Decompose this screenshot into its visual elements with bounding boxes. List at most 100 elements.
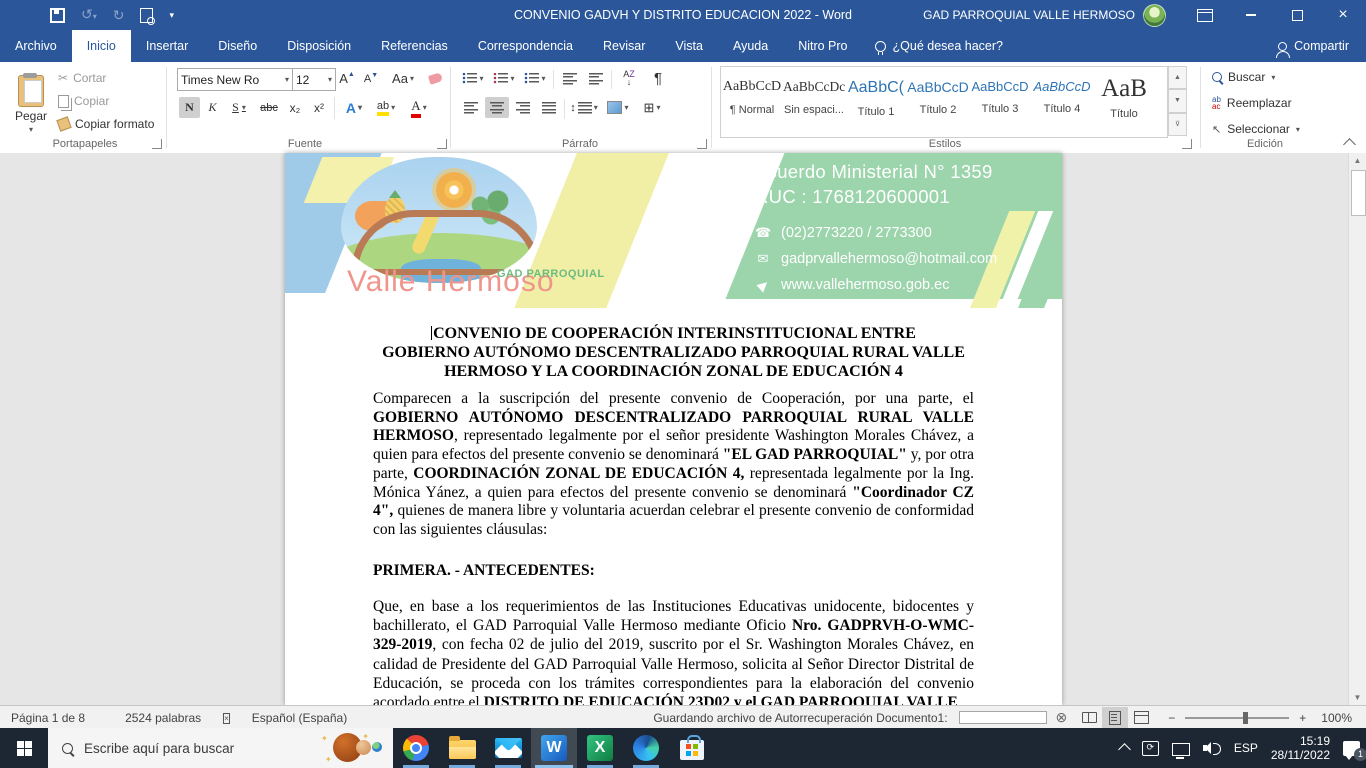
find-button[interactable]: Buscar▾: [1212, 70, 1275, 84]
numbering-button[interactable]: ▾: [490, 68, 518, 89]
decrease-indent-button[interactable]: [558, 68, 582, 89]
tab-nitro-pro[interactable]: Nitro Pro: [783, 30, 862, 62]
tab-ayuda[interactable]: Ayuda: [718, 30, 783, 62]
taskbar-edge[interactable]: [623, 728, 669, 768]
redo-icon[interactable]: ↻: [113, 0, 125, 30]
increase-indent-button[interactable]: [584, 68, 608, 89]
italic-button[interactable]: K: [202, 97, 223, 118]
align-left-button[interactable]: [459, 97, 483, 118]
bing-daily-image[interactable]: ✦ ✦✦: [319, 732, 383, 764]
customize-qat-icon[interactable]: ▾: [169, 0, 174, 30]
tab-disposicion[interactable]: Disposición: [272, 30, 366, 62]
highlight-button[interactable]: ab▾: [371, 97, 401, 118]
tab-diseno[interactable]: Diseño: [203, 30, 272, 62]
subscript-button[interactable]: x₂: [284, 97, 306, 118]
taskbar-search[interactable]: Escribe aquí para buscar ✦ ✦✦: [48, 728, 393, 768]
taskbar-excel[interactable]: X: [577, 728, 623, 768]
action-center-icon[interactable]: 1: [1343, 741, 1360, 756]
account-avatar[interactable]: [1143, 4, 1166, 27]
document-page[interactable]: Valle Hermoso GAD PARROQUIAL Acuerdo Min…: [285, 153, 1062, 705]
shrink-font-button[interactable]: A▼: [360, 68, 382, 89]
styles-scroll-down[interactable]: ▼: [1168, 89, 1187, 112]
select-button[interactable]: ↖ Seleccionar▾: [1212, 122, 1300, 136]
word-count[interactable]: 2524 palabras: [114, 711, 212, 725]
tab-inicio[interactable]: Inicio: [72, 30, 131, 62]
shading-button[interactable]: ▾: [603, 97, 633, 118]
align-center-button[interactable]: [485, 97, 509, 118]
style-titulo-3[interactable]: AaBbCcDTítulo 3: [969, 67, 1031, 137]
grow-font-button[interactable]: A▲: [336, 68, 358, 89]
bold-button[interactable]: N: [179, 97, 200, 118]
tablet-sync-icon[interactable]: ⟳: [1142, 741, 1159, 756]
vertical-scrollbar[interactable]: ▲ ▼: [1348, 153, 1366, 705]
font-family-combo[interactable]: Times New Ro▾: [177, 68, 293, 91]
network-icon[interactable]: [1172, 743, 1190, 756]
print-preview-icon[interactable]: [140, 8, 153, 23]
style-titulo-2[interactable]: AaBbCcDTítulo 2: [907, 67, 969, 137]
show-marks-button[interactable]: ¶: [646, 68, 670, 89]
zoom-slider[interactable]: [1185, 717, 1289, 719]
copy-button[interactable]: Copiar: [58, 92, 158, 110]
borders-button[interactable]: ⊞▾: [637, 97, 667, 118]
clear-formatting-button[interactable]: [424, 68, 446, 89]
style-sin-espaciado[interactable]: AaBbCcDcSin espaci...: [783, 67, 845, 137]
section-heading[interactable]: PRIMERA. - ANTECEDENTES:: [373, 562, 595, 580]
replace-button[interactable]: abac Reemplazar: [1212, 96, 1292, 110]
tab-correspondencia[interactable]: Correspondencia: [463, 30, 588, 62]
paragraph-2[interactable]: Que, en base a los requerimientos de las…: [373, 597, 974, 705]
styles-more-button[interactable]: ⊽: [1168, 113, 1187, 136]
change-case-button[interactable]: Aa▾: [388, 68, 418, 89]
restore-button[interactable]: [1274, 0, 1320, 30]
zoom-out-button[interactable]: −: [1154, 711, 1179, 725]
taskbar-mail[interactable]: [485, 728, 531, 768]
scrollbar-thumb[interactable]: [1351, 170, 1366, 216]
styles-scroll-up[interactable]: ▲: [1168, 66, 1187, 89]
multilevel-list-button[interactable]: ▾: [521, 68, 549, 89]
cut-button[interactable]: ✂Cortar: [58, 69, 158, 87]
print-layout-button[interactable]: [1102, 707, 1128, 728]
justify-button[interactable]: [537, 97, 561, 118]
format-painter-button[interactable]: Copiar formato: [58, 115, 168, 133]
web-layout-button[interactable]: [1128, 707, 1154, 728]
scroll-down-arrow[interactable]: ▼: [1349, 690, 1366, 705]
zoom-in-button[interactable]: +: [1295, 711, 1310, 725]
paragraph-1[interactable]: Comparecen a la suscripción del presente…: [373, 390, 974, 540]
account-area[interactable]: GAD PARROQUIAL VALLE HERMOSO: [923, 0, 1166, 30]
font-color-button[interactable]: A▾: [404, 97, 434, 118]
share-button[interactable]: Compartir: [1261, 30, 1366, 62]
style-normal[interactable]: AaBbCcD¶ Normal: [721, 67, 783, 137]
undo-icon[interactable]: ↺▾: [81, 0, 97, 32]
clipboard-dialog-launcher[interactable]: [152, 139, 162, 149]
taskbar-word[interactable]: W: [531, 728, 577, 768]
font-dialog-launcher[interactable]: [437, 139, 447, 149]
sort-button[interactable]: AZ↓: [616, 66, 642, 90]
bullets-button[interactable]: ▾: [459, 68, 487, 89]
style-titulo[interactable]: AaBTítulo: [1093, 67, 1155, 137]
volume-icon[interactable]: [1203, 741, 1221, 755]
tab-insertar[interactable]: Insertar: [131, 30, 203, 62]
paragraph-dialog-launcher[interactable]: [697, 139, 707, 149]
font-size-combo[interactable]: 12▾: [292, 68, 336, 91]
tell-me-box[interactable]: ¿Qué desea hacer?: [863, 30, 1016, 62]
taskbar-file-explorer[interactable]: [439, 728, 485, 768]
zoom-slider-thumb[interactable]: [1243, 712, 1248, 724]
styles-dialog-launcher[interactable]: [1182, 139, 1192, 149]
taskbar-chrome[interactable]: [393, 728, 439, 768]
ribbon-display-options-button[interactable]: [1182, 0, 1228, 30]
tab-revisar[interactable]: Revisar: [588, 30, 660, 62]
superscript-button[interactable]: x²: [308, 97, 330, 118]
text-effects-button[interactable]: A▾: [340, 97, 368, 118]
minimize-button[interactable]: [1228, 0, 1274, 30]
start-button[interactable]: [0, 728, 48, 768]
strikethrough-button[interactable]: abc: [256, 97, 282, 118]
save-icon[interactable]: [50, 8, 65, 23]
keyboard-language[interactable]: ESP: [1234, 741, 1258, 755]
style-titulo-4[interactable]: AaBbCcDTítulo 4: [1031, 67, 1093, 137]
collapse-ribbon-icon[interactable]: [1343, 138, 1356, 151]
tab-archivo[interactable]: Archivo: [0, 30, 72, 62]
paste-button[interactable]: Pegar ▾: [8, 66, 54, 142]
tab-vista[interactable]: Vista: [660, 30, 718, 62]
proofing-icon[interactable]: ×: [212, 710, 241, 725]
scroll-up-arrow[interactable]: ▲: [1349, 153, 1366, 168]
show-hidden-icons[interactable]: [1118, 743, 1131, 756]
